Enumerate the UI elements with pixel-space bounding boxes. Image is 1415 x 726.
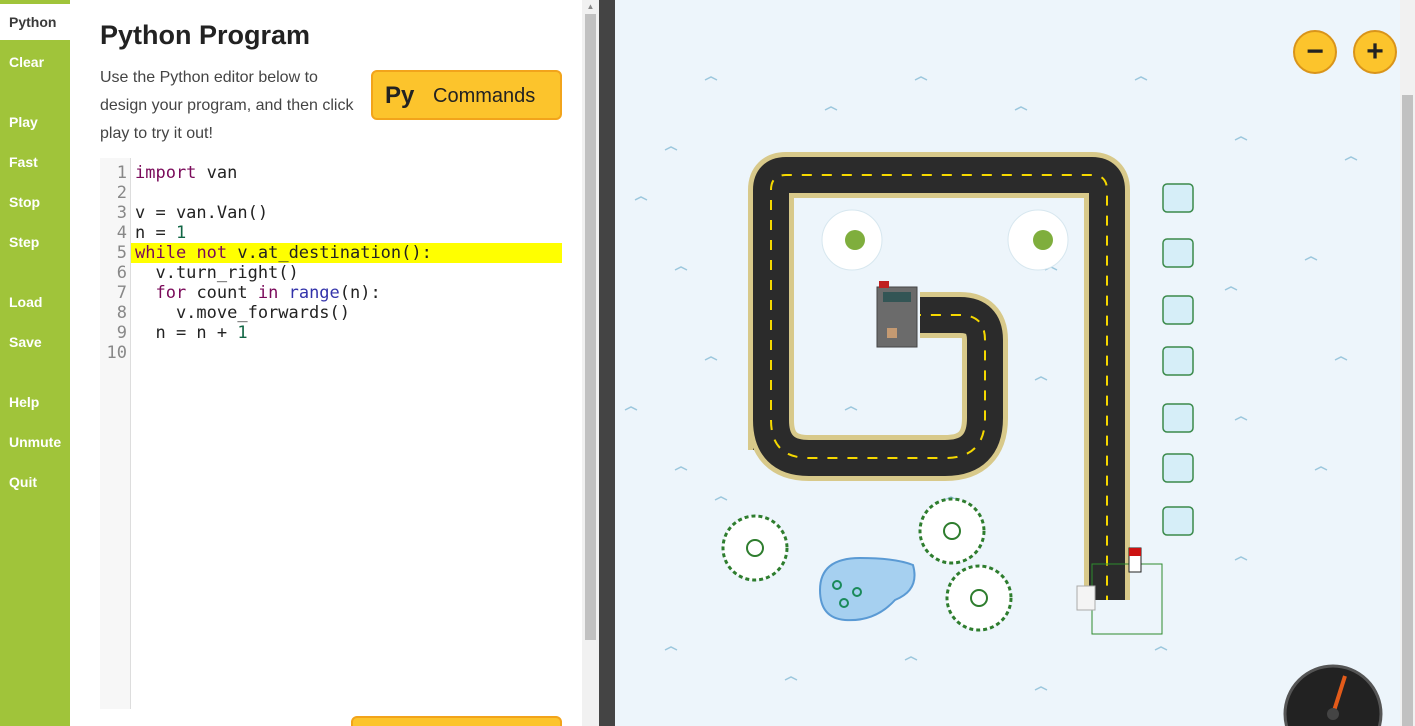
panel-scrollbar[interactable]: ▲ (582, 0, 599, 726)
page-scrollbar-thumb[interactable] (1402, 95, 1413, 726)
line-number: 10 (106, 343, 127, 363)
zoom-in-button[interactable]: + (1353, 30, 1397, 74)
line-number: 6 (116, 263, 127, 283)
snowy-bush-icon (821, 209, 1069, 271)
code-editor[interactable]: 1 2 3 4 5 6 7 8 9 10 import van v = van.… (100, 158, 562, 709)
ice-block-icon (1162, 183, 1194, 536)
line-number: 1 (116, 163, 127, 183)
line-number: 7 (116, 283, 127, 303)
code-line[interactable]: for count in range(n): (135, 283, 380, 303)
clear-button[interactable]: Clear (0, 44, 70, 80)
python-editor-panel: Python Program Use the Python editor bel… (70, 0, 582, 726)
tab-bar: Python Clear Play Fast Stop Step Load Sa… (0, 0, 70, 726)
house-destination-icon (876, 281, 918, 348)
code-line[interactable]: n = 1 (135, 223, 186, 243)
line-number: 9 (116, 323, 127, 343)
code-line[interactable]: import van (135, 163, 237, 183)
line-number: 3 (116, 203, 127, 223)
page-title: Python Program (100, 20, 311, 50)
code-line[interactable]: n = n + 1 (135, 323, 247, 343)
unmute-button[interactable]: Unmute (0, 424, 70, 460)
panel-divider[interactable] (599, 0, 615, 726)
step-button[interactable]: Step (0, 224, 70, 260)
stop-button[interactable]: Stop (0, 184, 70, 220)
goat-icon (1076, 585, 1096, 611)
code-line[interactable]: v.turn_right() (135, 263, 298, 283)
play-button[interactable]: Play (0, 104, 70, 140)
scrollbar-thumb[interactable] (585, 14, 596, 640)
van-icon (1128, 547, 1142, 573)
scroll-up-arrow-icon[interactable]: ▲ (582, 0, 599, 14)
help-button[interactable]: Help (0, 384, 70, 420)
line-number-gutter: 1 2 3 4 5 6 7 8 9 10 (100, 158, 131, 709)
map-canvas (624, 76, 1383, 726)
commands-button-label: Commands (433, 85, 536, 107)
code-line[interactable]: v.move_forwards() (135, 303, 350, 323)
zoom-out-button[interactable]: − (1293, 30, 1337, 74)
frozen-pond-icon (818, 556, 916, 622)
secondary-yellow-button[interactable] (351, 716, 562, 726)
commands-button[interactable]: Py Commands (371, 70, 562, 120)
tab-python[interactable]: Python (0, 4, 70, 40)
line-number: 5 (116, 243, 127, 263)
save-button[interactable]: Save (0, 324, 70, 360)
line-number: 8 (116, 303, 127, 323)
panel-description: Use the Python editor below to design yo… (100, 69, 354, 142)
page-scrollbar[interactable] (1400, 0, 1415, 726)
python-logo-icon: Py (385, 82, 415, 109)
code-line[interactable]: while not v.at_destination(): (135, 243, 432, 263)
load-button[interactable]: Load (0, 284, 70, 320)
fast-button[interactable]: Fast (0, 144, 70, 180)
game-map[interactable]: − + (615, 0, 1400, 726)
speedometer-icon (1283, 664, 1383, 726)
line-number: 2 (116, 183, 127, 203)
code-line[interactable]: v = van.Van() (135, 203, 268, 223)
quit-button[interactable]: Quit (0, 464, 70, 500)
line-number: 4 (116, 223, 127, 243)
